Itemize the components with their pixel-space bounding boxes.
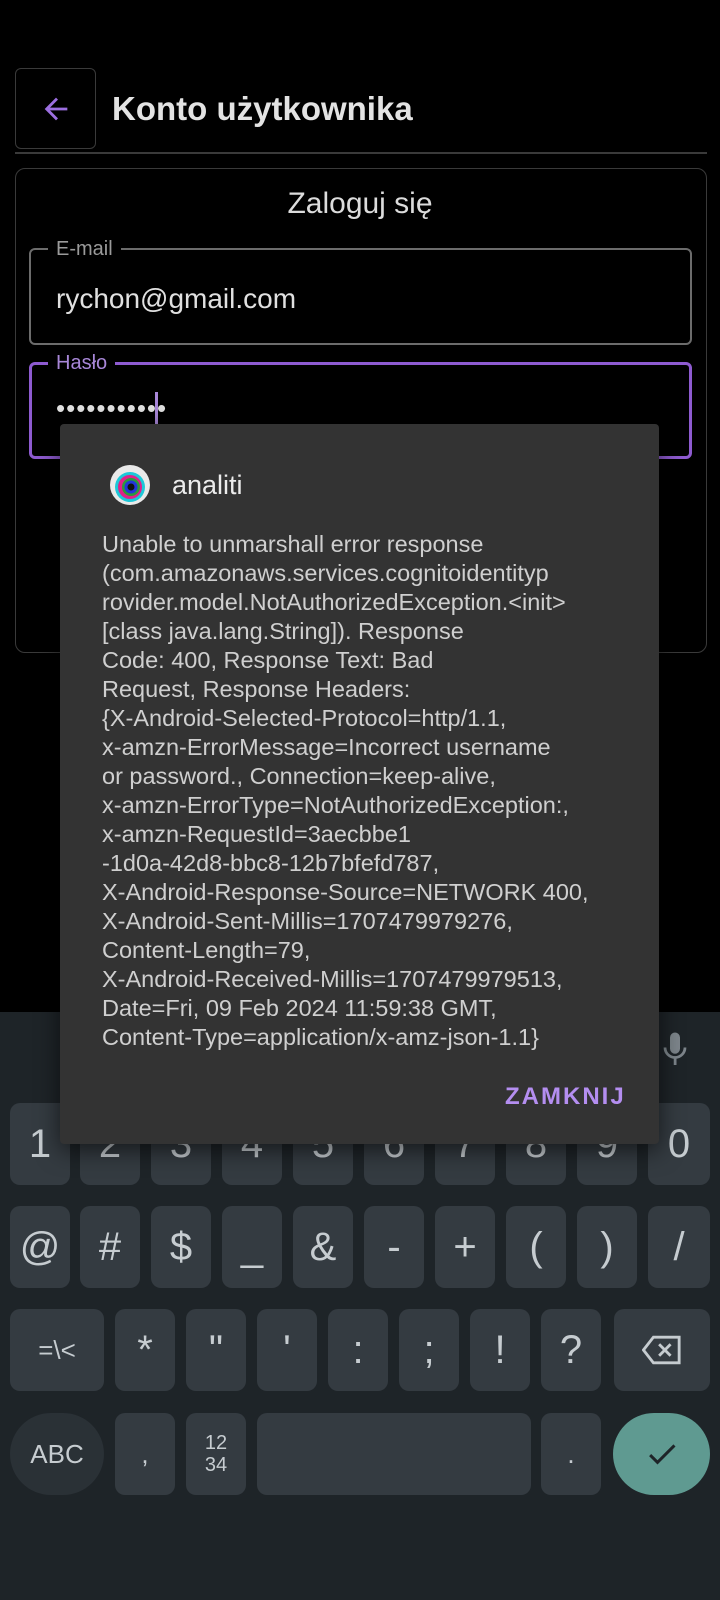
key-double-quote[interactable]: " <box>186 1309 246 1391</box>
key-asterisk[interactable]: * <box>115 1309 175 1391</box>
numpad-key[interactable]: 12 34 <box>186 1413 246 1495</box>
comma-key[interactable]: , <box>115 1413 175 1495</box>
key-minus[interactable]: - <box>364 1206 424 1288</box>
key-exclamation[interactable]: ! <box>470 1309 530 1391</box>
enter-key[interactable] <box>613 1413 710 1495</box>
back-button[interactable] <box>15 68 96 149</box>
password-label: Hasło <box>48 352 116 375</box>
dialog-app-name: analiti <box>172 470 243 500</box>
page-title: Konto użytkownika <box>112 90 413 127</box>
key-colon[interactable]: : <box>328 1309 388 1391</box>
backspace-key[interactable] <box>614 1309 710 1391</box>
key-paren-open[interactable]: ( <box>506 1206 566 1288</box>
key-question[interactable]: ? <box>541 1309 601 1391</box>
key-at[interactable]: @ <box>10 1206 70 1288</box>
close-button[interactable]: ZAMKNIJ <box>505 1083 626 1111</box>
numpad-label-top: 12 <box>204 1432 228 1454</box>
key-slash[interactable]: / <box>648 1206 710 1288</box>
key-single-quote[interactable]: ' <box>257 1309 317 1391</box>
period-key[interactable]: . <box>541 1413 601 1495</box>
email-value[interactable]: rychon@gmail.com <box>56 283 296 315</box>
login-title: Zaloguj się <box>287 187 433 220</box>
key-plus[interactable]: + <box>435 1206 495 1288</box>
key-underscore[interactable]: _ <box>222 1206 282 1288</box>
key-semicolon[interactable]: ; <box>399 1309 459 1391</box>
abc-key[interactable]: ABC <box>10 1413 104 1495</box>
text-caret <box>155 392 158 428</box>
key-dollar[interactable]: $ <box>151 1206 211 1288</box>
key-paren-close[interactable]: ) <box>577 1206 637 1288</box>
space-key[interactable] <box>257 1413 531 1495</box>
backspace-icon <box>642 1335 681 1365</box>
key-more-symbols[interactable]: =\< <box>10 1309 104 1391</box>
mic-icon[interactable] <box>660 1030 690 1070</box>
email-label: E-mail <box>48 238 121 261</box>
check-icon <box>648 1444 675 1465</box>
numpad-label-bottom: 34 <box>204 1454 228 1476</box>
header-divider <box>15 152 707 154</box>
dialog-message: Unable to unmarshall error response (com… <box>102 531 589 1050</box>
analiti-app-icon <box>110 465 150 505</box>
password-value[interactable]: ••••••••••• <box>56 393 167 424</box>
key-hash[interactable]: # <box>80 1206 140 1288</box>
key-ampersand[interactable]: & <box>293 1206 353 1288</box>
arrow-left-icon <box>44 97 67 120</box>
